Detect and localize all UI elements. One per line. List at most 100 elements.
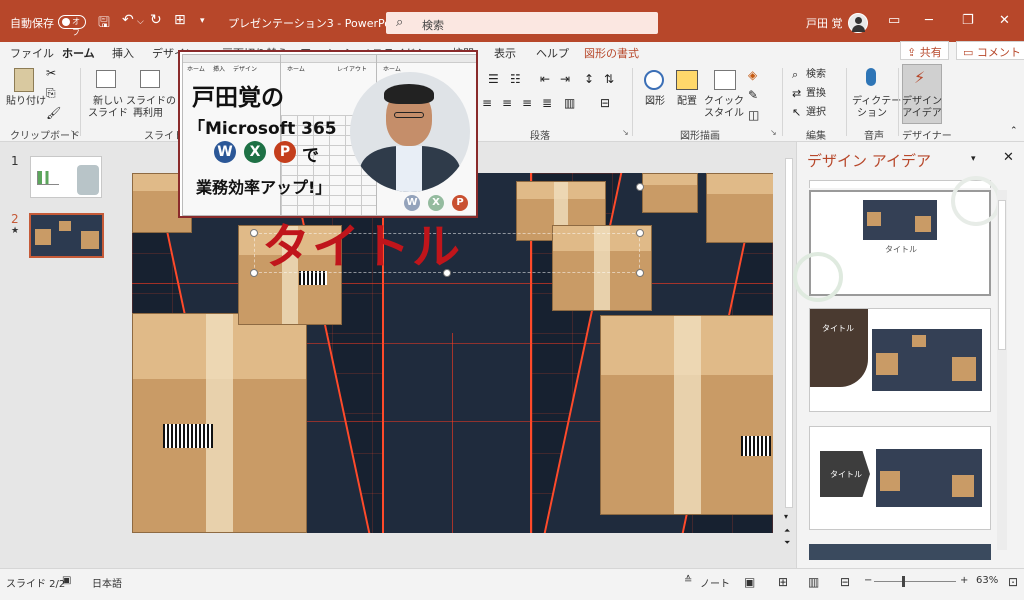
new-slide-icon[interactable]: [96, 70, 116, 88]
resize-handle[interactable]: [636, 229, 644, 237]
tab-help[interactable]: ヘルプ: [536, 45, 569, 61]
pane-close-icon[interactable]: ✕: [1003, 150, 1014, 165]
tab-home[interactable]: ホーム: [62, 45, 95, 66]
comment-button[interactable]: ▭ コメント: [956, 41, 1024, 60]
redo-icon[interactable]: ↻: [150, 12, 162, 28]
resize-handle[interactable]: [636, 269, 644, 277]
arrange-icon[interactable]: [676, 70, 698, 90]
fit-to-window-icon[interactable]: ⊡: [1008, 575, 1018, 589]
new-slide-button[interactable]: 新しい スライド: [86, 96, 130, 120]
slide-sorter-icon[interactable]: ⊞: [778, 575, 788, 589]
shapes-icon[interactable]: [644, 70, 664, 90]
numbering-icon[interactable]: ☷: [510, 72, 521, 86]
design-idea-card-2[interactable]: タイトル: [809, 308, 991, 412]
collapse-ribbon-icon[interactable]: ⌃: [1010, 126, 1018, 136]
reading-view-icon[interactable]: ▥: [808, 575, 819, 589]
prev-slide-icon[interactable]: ⏶: [784, 526, 790, 536]
zoom-slider[interactable]: [874, 576, 956, 587]
shapes-button[interactable]: 図形: [640, 96, 670, 108]
scroll-down-icon[interactable]: ▾: [784, 512, 788, 521]
language[interactable]: 日本語: [92, 575, 122, 590]
align-center-icon[interactable]: ≡: [502, 96, 512, 110]
reuse-slides-button[interactable]: スライドの 再利用: [126, 96, 176, 120]
align-right-icon[interactable]: ≡: [522, 96, 532, 110]
format-painter-icon[interactable]: 🖌: [46, 106, 61, 120]
bullets-icon[interactable]: ☰: [488, 72, 499, 86]
tab-insert[interactable]: 挿入: [112, 45, 134, 61]
slide-canvas[interactable]: タイトル: [132, 173, 773, 533]
undo-dropdown-icon[interactable]: ⌵: [137, 17, 144, 27]
line-spacing-icon[interactable]: ↕: [584, 72, 594, 86]
text-direction-icon[interactable]: ⇅: [604, 72, 614, 86]
slide-thumbnail-2[interactable]: [29, 213, 104, 258]
close-icon[interactable]: ✕: [999, 13, 1010, 28]
dictate-button[interactable]: ディクテー ション: [852, 96, 901, 120]
paste-button[interactable]: 貼り付け: [6, 96, 46, 108]
user-name[interactable]: 戸田 覚: [806, 15, 843, 31]
tab-view[interactable]: 表示: [494, 45, 516, 61]
zoom-in-icon[interactable]: +: [960, 575, 968, 586]
slideshow-view-icon[interactable]: ⊟: [840, 575, 850, 589]
undo-icon[interactable]: ↶: [122, 12, 134, 28]
design-idea-card-4[interactable]: [809, 544, 991, 560]
rotate-handle[interactable]: [636, 183, 644, 191]
pane-options-icon[interactable]: ▾: [971, 154, 976, 164]
minimize-icon[interactable]: ─: [925, 13, 933, 28]
design-idea-card-1[interactable]: タイトル: [793, 176, 1001, 302]
clipboard-launcher-icon[interactable]: ↘: [70, 128, 77, 137]
tab-shape-format[interactable]: 図形の書式: [584, 45, 639, 61]
justify-icon[interactable]: ≣: [542, 96, 552, 110]
align-text-icon[interactable]: ⊟: [600, 96, 610, 110]
indent-increase-icon[interactable]: ⇥: [560, 72, 570, 86]
customize-qat-icon[interactable]: ▾: [200, 16, 205, 26]
select-icon[interactable]: ↖: [792, 106, 801, 119]
shape-effects-icon[interactable]: ◫: [748, 108, 759, 122]
quick-styles-button[interactable]: クイック スタイル: [702, 96, 746, 120]
ribbon-display-icon[interactable]: ▭: [888, 13, 900, 28]
replace-icon[interactable]: ⇄: [792, 87, 801, 100]
resize-handle[interactable]: [250, 269, 258, 277]
present-icon[interactable]: ⊞: [174, 12, 186, 28]
paste-icon[interactable]: [14, 68, 34, 92]
zoom-out-icon[interactable]: −: [864, 575, 872, 586]
design-ideas-button[interactable]: デザイン アイデア: [900, 96, 944, 120]
design-idea-card-3[interactable]: タイトル: [809, 426, 991, 530]
share-button[interactable]: ⇪ 共有: [900, 41, 949, 60]
notes-button[interactable]: ノート: [700, 575, 730, 590]
next-slide-icon[interactable]: ⏷: [784, 538, 790, 548]
cut-icon[interactable]: ✂: [46, 66, 56, 80]
restore-icon[interactable]: ❐: [962, 13, 974, 28]
slide-scrollbar[interactable]: ▾ ⏶ ⏷: [784, 150, 794, 550]
find-button[interactable]: 検索: [806, 69, 826, 81]
slide-thumbnails-pane: 1 2 ★: [0, 142, 122, 568]
autosave-toggle[interactable]: オフ: [58, 15, 86, 37]
spellcheck-icon[interactable]: ▣: [62, 575, 71, 586]
drawing-launcher-icon[interactable]: ↘: [770, 128, 777, 137]
paragraph-launcher-icon[interactable]: ↘: [622, 128, 629, 137]
normal-view-icon[interactable]: ▣: [744, 575, 755, 589]
shape-fill-icon[interactable]: ◈: [748, 68, 757, 82]
columns-icon[interactable]: ▥: [564, 96, 575, 110]
quick-styles-icon[interactable]: [714, 70, 736, 90]
reuse-slides-icon[interactable]: [140, 70, 160, 88]
notes-icon[interactable]: ≙: [684, 575, 692, 586]
replace-button[interactable]: 置換: [806, 88, 826, 100]
tab-file[interactable]: ファイル: [10, 45, 54, 61]
zoom-slider-thumb[interactable]: [902, 576, 905, 587]
arrange-button[interactable]: 配置: [672, 96, 702, 108]
designer-scrollbar[interactable]: [997, 190, 1007, 550]
resize-handle[interactable]: [443, 269, 451, 277]
save-icon[interactable]: 🖫: [98, 12, 110, 36]
resize-handle[interactable]: [250, 229, 258, 237]
find-icon[interactable]: ⌕: [792, 68, 798, 82]
slide-thumbnail-1[interactable]: [30, 156, 102, 198]
search-box[interactable]: ⌕ 検索: [386, 12, 658, 34]
indent-decrease-icon[interactable]: ⇤: [540, 72, 550, 86]
zoom-level[interactable]: 63%: [976, 575, 998, 586]
avatar[interactable]: [848, 13, 868, 33]
align-left-icon[interactable]: ≡: [482, 96, 492, 110]
shape-outline-icon[interactable]: ✎: [748, 88, 758, 102]
copy-icon[interactable]: ⎘: [46, 86, 56, 101]
microphone-icon[interactable]: [866, 68, 876, 86]
select-button[interactable]: 選択: [806, 107, 826, 119]
